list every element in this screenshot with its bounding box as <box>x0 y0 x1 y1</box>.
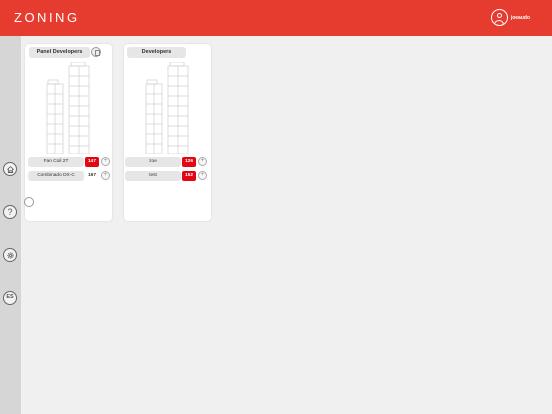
gear-icon <box>6 251 14 259</box>
building-icon <box>46 62 90 154</box>
building-icon <box>145 62 189 154</box>
count-badge: 126 <box>182 157 196 167</box>
count-badge: 167 <box>87 173 96 178</box>
sidebar-home-button[interactable] <box>3 162 17 176</box>
add-icon[interactable]: + <box>101 157 110 166</box>
count-badge: 147 <box>85 157 99 167</box>
count-badge: 152 <box>182 171 196 181</box>
list-item[interactable]: test 152 + <box>125 171 207 181</box>
add-icon[interactable]: + <box>101 171 110 180</box>
list-item[interactable]: zoe 126 + <box>125 157 207 167</box>
panel-card[interactable]: Panel Developers Fan Coil 2T 147 + Combi… <box>25 44 112 221</box>
trash-icon[interactable] <box>91 47 101 57</box>
row-label[interactable]: Combinado DX-C <box>28 171 84 181</box>
sidebar-help-button[interactable]: ? <box>3 205 17 219</box>
help-icon: ? <box>7 206 13 217</box>
list-item[interactable]: Fan Coil 2T 147 + <box>28 157 110 167</box>
app-logo: ZONING <box>14 10 80 25</box>
sidebar-settings-button[interactable] <box>3 248 17 262</box>
username-label[interactable]: joeaudo <box>511 15 530 21</box>
add-panel-icon[interactable] <box>24 197 34 207</box>
home-icon <box>6 165 14 173</box>
card-title: Developers <box>127 47 186 58</box>
top-bar: ZONING joeaudo <box>0 0 552 36</box>
row-label[interactable]: zoe <box>125 157 181 167</box>
card-title: Panel Developers <box>29 47 90 58</box>
developers-card[interactable]: Developers zoe 126 + test 152 + <box>124 44 211 221</box>
main-area: Panel Developers Fan Coil 2T 147 + Combi… <box>21 36 552 414</box>
row-label[interactable]: Fan Coil 2T <box>28 157 84 167</box>
add-icon[interactable]: + <box>198 171 207 180</box>
sidebar: ? ES <box>0 36 21 414</box>
sidebar-language-button[interactable]: ES <box>3 291 17 305</box>
row-label[interactable]: test <box>125 171 181 181</box>
list-item[interactable]: Combinado DX-C 167 + <box>28 171 110 181</box>
user-avatar-icon[interactable] <box>490 9 508 26</box>
user-menu[interactable]: joeaudo <box>490 9 530 26</box>
add-icon[interactable]: + <box>198 157 207 166</box>
